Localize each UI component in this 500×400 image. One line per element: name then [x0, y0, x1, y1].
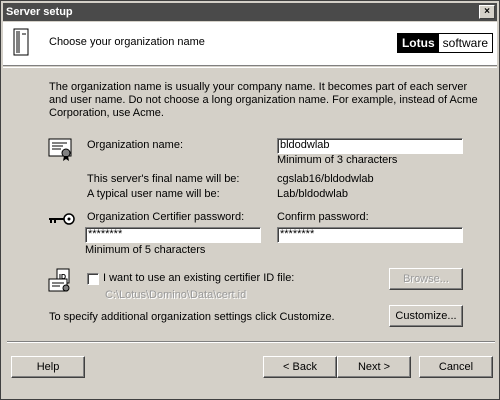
- certificate-icon: [48, 138, 72, 161]
- certifier-password-hint: Minimum of 5 characters: [85, 244, 206, 256]
- existing-id-checkbox[interactable]: [87, 273, 99, 285]
- server-name-value: cgslab16/bldodwlab: [277, 173, 374, 185]
- document-icon: [13, 28, 29, 56]
- description-text: The organization name is usually your co…: [49, 81, 478, 119]
- existing-id-label: I want to use an existing certifier ID f…: [103, 272, 295, 284]
- id-file-icon: ID: [48, 268, 70, 292]
- organization-name-label: Organization name:: [87, 139, 183, 151]
- footer-separator: [7, 341, 495, 343]
- customize-button[interactable]: Customize...: [389, 305, 463, 327]
- help-button[interactable]: Help: [11, 356, 85, 378]
- confirm-password-label: Confirm password:: [277, 211, 369, 223]
- user-name-value: Lab/bldodwlab: [277, 188, 348, 200]
- organization-name-input[interactable]: bldodwlab: [277, 138, 463, 154]
- user-name-label: A typical user name will be:: [87, 188, 220, 200]
- lotus-software-logo: Lotus software: [396, 33, 493, 53]
- server-setup-window: Server setup × Choose your organization …: [0, 0, 500, 400]
- close-button[interactable]: ×: [479, 5, 495, 19]
- browse-button[interactable]: Browse...: [389, 268, 463, 290]
- server-name-label: This server's final name will be:: [87, 173, 240, 185]
- back-button[interactable]: < Back: [263, 356, 337, 378]
- certifier-password-label: Organization Certifier password:: [87, 211, 245, 223]
- cancel-button[interactable]: Cancel: [419, 356, 493, 378]
- window-title: Server setup: [6, 6, 73, 18]
- next-button[interactable]: Next >: [337, 356, 411, 378]
- confirm-password-input[interactable]: ********: [277, 227, 463, 243]
- wizard-header: Choose your organization name Lotus soft…: [3, 22, 497, 66]
- key-icon: [49, 213, 75, 225]
- certifier-id-path: C:\Lotus\Domino\Data\cert.id: [105, 289, 247, 301]
- logo-software-text: software: [438, 34, 492, 52]
- page-title: Choose your organization name: [49, 36, 205, 48]
- organization-name-hint: Minimum of 3 characters: [277, 154, 398, 166]
- certifier-password-input[interactable]: ********: [85, 227, 261, 243]
- title-bar[interactable]: Server setup ×: [3, 3, 497, 21]
- customize-text: To specify additional organization setti…: [49, 311, 335, 323]
- logo-lotus-text: Lotus: [397, 34, 439, 52]
- header-divider: [3, 67, 497, 68]
